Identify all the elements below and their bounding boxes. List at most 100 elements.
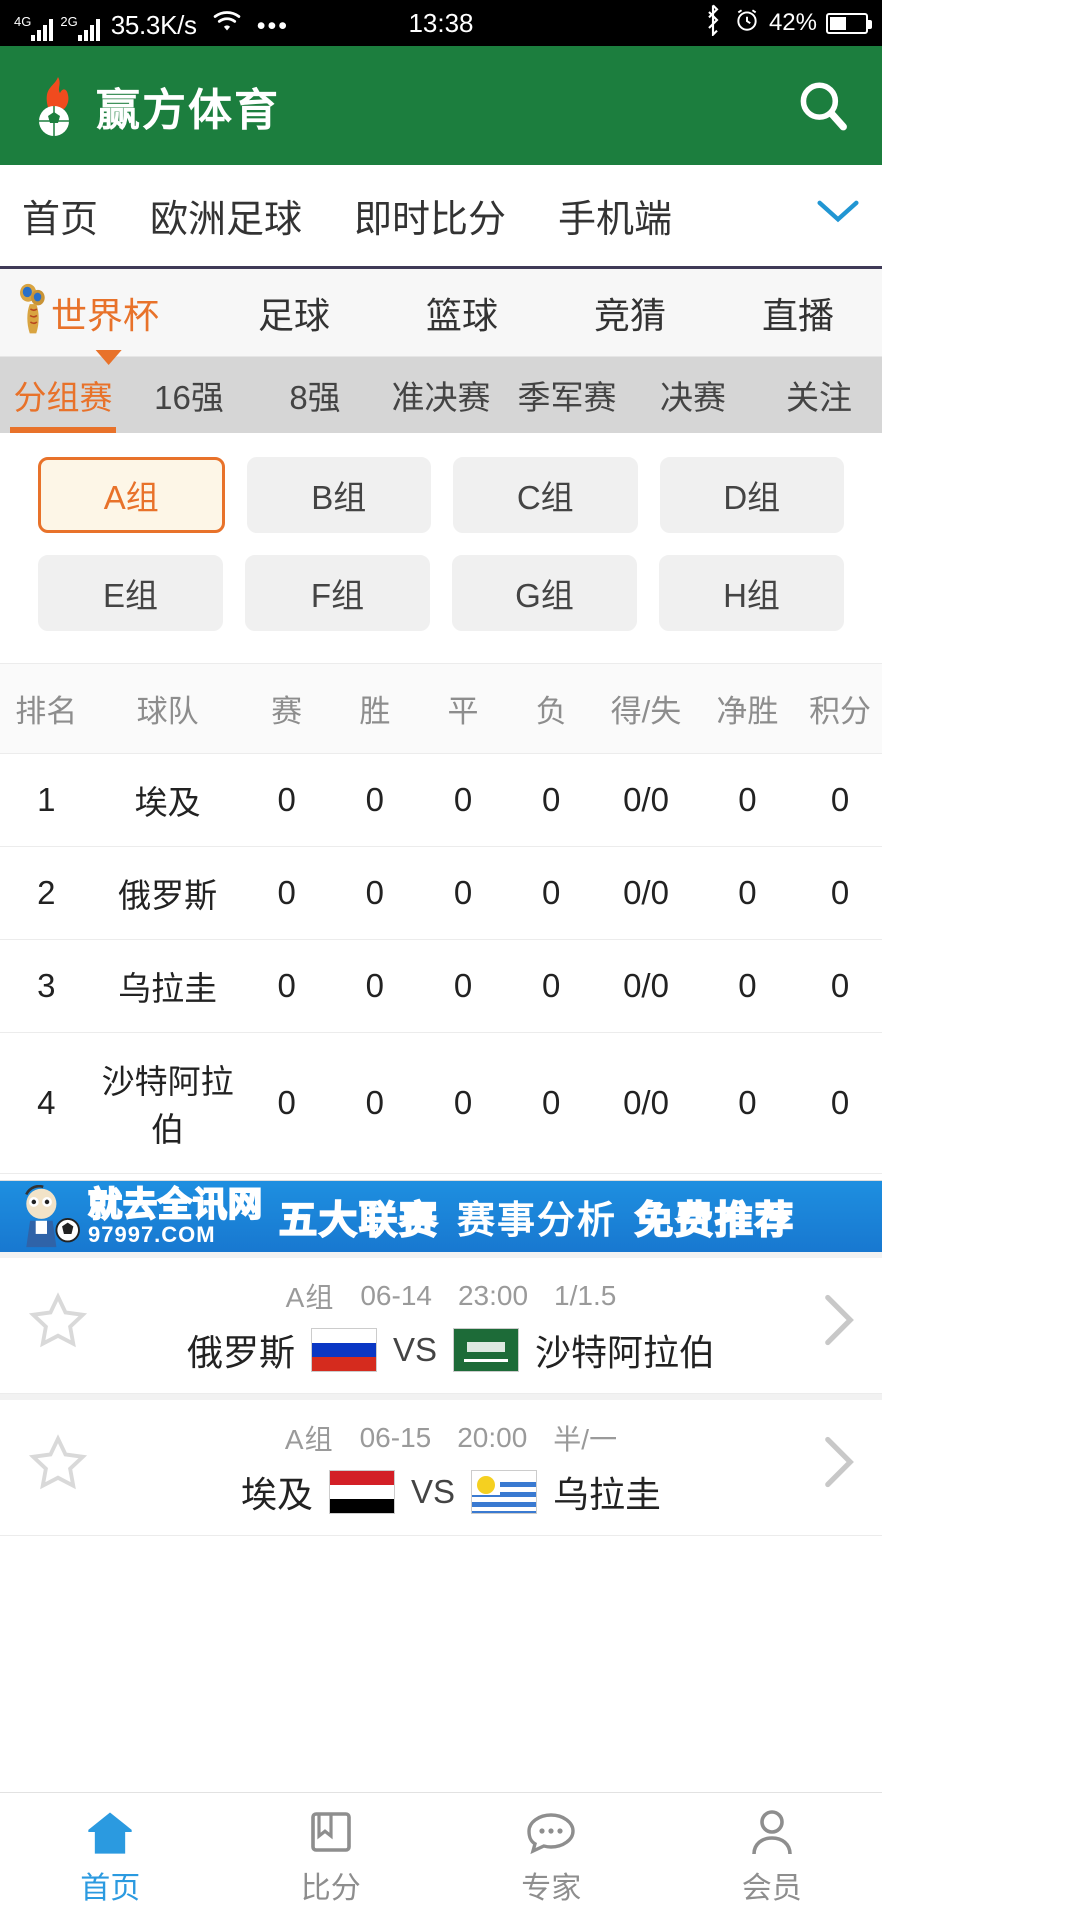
stage-tab-group-stage[interactable]: 分组赛 (0, 357, 126, 433)
group-chip-label: B组 (311, 479, 367, 516)
uruguay-flag-icon (471, 1469, 538, 1514)
stage-tab-follow[interactable]: 关注 (756, 357, 882, 433)
app-logo[interactable]: 赢方体育 (28, 74, 280, 138)
group-chip-d[interactable]: D组 (659, 457, 844, 533)
wifi-icon (210, 6, 244, 41)
table-row[interactable]: 1 埃及 0 0 0 0 0/0 0 0 (0, 753, 882, 847)
tab-member[interactable]: 会员 (662, 1806, 883, 1907)
nav-item-mobile[interactable]: 手机端 (558, 188, 672, 243)
star-outline-icon[interactable] (26, 1290, 90, 1361)
nav-item-home[interactable]: 首页 (22, 188, 98, 243)
sport-tab-predictions[interactable]: 竞猜 (546, 287, 714, 339)
vs-label: VS (410, 1472, 456, 1510)
group-chip-h[interactable]: H组 (659, 555, 844, 631)
group-chip-label: E组 (102, 577, 158, 614)
match-group: A组 (284, 1423, 334, 1455)
tab-home[interactable]: 首页 (0, 1806, 221, 1907)
tab-label: 专家 (521, 1872, 582, 1905)
col-team: 球队 (92, 663, 243, 754)
group-chip-a[interactable]: A组 (38, 457, 225, 533)
col-played: 赛 (242, 663, 331, 754)
tab-experts[interactable]: 专家 (441, 1806, 662, 1907)
sport-tab-football[interactable]: 足球 (210, 287, 378, 339)
stage-tab-label: 准决赛 (391, 379, 491, 416)
col-points: 积分 (798, 663, 882, 754)
group-chip-f[interactable]: F组 (245, 555, 430, 631)
chevron-right-icon[interactable] (822, 1293, 856, 1358)
stage-tab-semi-finals[interactable]: 准决赛 (378, 357, 504, 433)
stage-tab-quarter-finals[interactable]: 8强 (252, 357, 378, 433)
cell-win: 0 (330, 753, 419, 847)
col-goal-diff: 净胜 (696, 663, 799, 754)
sport-tab-world-cup[interactable]: 世界杯 (0, 283, 210, 365)
group-chip-label: F组 (310, 577, 365, 614)
match-odds: 1/1.5 (554, 1279, 617, 1311)
bluetooth-icon (701, 4, 725, 43)
match-date: 06-15 (359, 1421, 432, 1453)
match-row[interactable]: A组 06-15 20:00 半/一 埃及 VS 乌拉圭 (0, 1394, 882, 1536)
status-bar-right: 42% (701, 4, 872, 43)
match-time: 20:00 (457, 1421, 528, 1453)
cell-played: 0 (242, 1032, 331, 1174)
cell-played: 0 (242, 846, 331, 940)
network-speed-label: 35.3K/s (110, 9, 197, 40)
tab-label: 首页 (80, 1872, 141, 1905)
stage-tab-label: 16强 (154, 379, 224, 416)
group-chip-e[interactable]: E组 (38, 555, 223, 631)
egypt-flag-icon (328, 1469, 395, 1514)
standings-header: 排名 球队 赛 胜 平 负 得/失 净胜 积分 (0, 663, 882, 754)
cell-team: 俄罗斯 (92, 846, 243, 940)
star-outline-icon[interactable] (26, 1432, 90, 1503)
cell-points: 0 (798, 939, 882, 1033)
table-row[interactable]: 4 沙特阿拉伯 0 0 0 0 0/0 0 0 (0, 1032, 882, 1174)
sport-tab-label: 竞猜 (593, 294, 666, 336)
stage-tabs: 分组赛 16强 8强 准决赛 季军赛 决赛 关注 (0, 357, 882, 433)
cartoon-mascot-icon (8, 1184, 86, 1249)
app-screen: 4G 2G 35.3K/s ••• 13:38 42% 赢方体育 首页 欧洲足球… (0, 0, 882, 1920)
network-4g-label: 4G (14, 13, 32, 29)
more-status-icon: ••• (256, 11, 290, 40)
cell-draw: 0 (418, 939, 508, 1033)
chevron-right-icon[interactable] (822, 1435, 856, 1500)
cell-goals: 0/0 (595, 939, 697, 1033)
sport-tab-label: 直播 (761, 294, 834, 336)
ad-brand-url: 97997.COM (88, 1221, 216, 1247)
cell-draw: 0 (418, 753, 508, 847)
tab-scores[interactable]: 比分 (221, 1806, 442, 1907)
stage-tab-label: 决赛 (660, 379, 726, 416)
expert-chat-icon (525, 1806, 577, 1856)
group-chip-b[interactable]: B组 (246, 457, 431, 533)
match-teams: 埃及 VS 乌拉圭 (241, 1466, 661, 1518)
cell-goals: 0/0 (595, 846, 697, 940)
match-row[interactable]: A组 06-14 23:00 1/1.5 俄罗斯 VS 沙特阿拉伯 (0, 1252, 882, 1394)
table-row[interactable]: 2 俄罗斯 0 0 0 0 0/0 0 0 (0, 846, 882, 940)
vs-label: VS (392, 1330, 438, 1368)
cell-points: 0 (798, 753, 882, 847)
flaming-soccer-ball-icon (28, 75, 86, 137)
search-icon[interactable] (792, 75, 854, 137)
ad-text-analysis: 赛事分析 (457, 1200, 618, 1242)
scoreboard-icon (307, 1806, 355, 1856)
cell-points: 0 (798, 1032, 882, 1174)
group-chip-label: H组 (723, 577, 780, 614)
group-chip-c[interactable]: C组 (453, 457, 638, 533)
sport-tab-basketball[interactable]: 篮球 (378, 287, 546, 339)
group-chip-label: D组 (723, 479, 781, 516)
table-row[interactable]: 3 乌拉圭 0 0 0 0 0/0 0 0 (0, 939, 882, 1033)
match-group: A组 (285, 1281, 335, 1313)
tab-label: 会员 (741, 1872, 802, 1905)
alarm-icon (734, 7, 760, 40)
stage-tab-final[interactable]: 决赛 (630, 357, 756, 433)
chevron-down-icon[interactable] (816, 199, 860, 233)
group-chip-g[interactable]: G组 (452, 555, 637, 631)
sport-tab-live[interactable]: 直播 (714, 287, 882, 339)
world-cup-trophy-icon (18, 283, 48, 335)
ad-banner[interactable]: 就去全讯网 97997.COM 五大联赛 赛事分析 免费推荐 (0, 1180, 882, 1252)
stage-tab-third-place[interactable]: 季军赛 (504, 357, 630, 433)
standings-table: 排名 球队 赛 胜 平 负 得/失 净胜 积分 1 埃及 0 0 0 0 0/0… (0, 663, 882, 1174)
stage-tab-round-of-16[interactable]: 16强 (126, 357, 252, 433)
primary-nav: 首页 欧洲足球 即时比分 手机端 (0, 165, 882, 269)
sport-tab-label: 世界杯 (50, 294, 159, 336)
nav-item-live-scores[interactable]: 即时比分 (354, 188, 506, 243)
nav-item-european-football[interactable]: 欧洲足球 (150, 188, 302, 243)
